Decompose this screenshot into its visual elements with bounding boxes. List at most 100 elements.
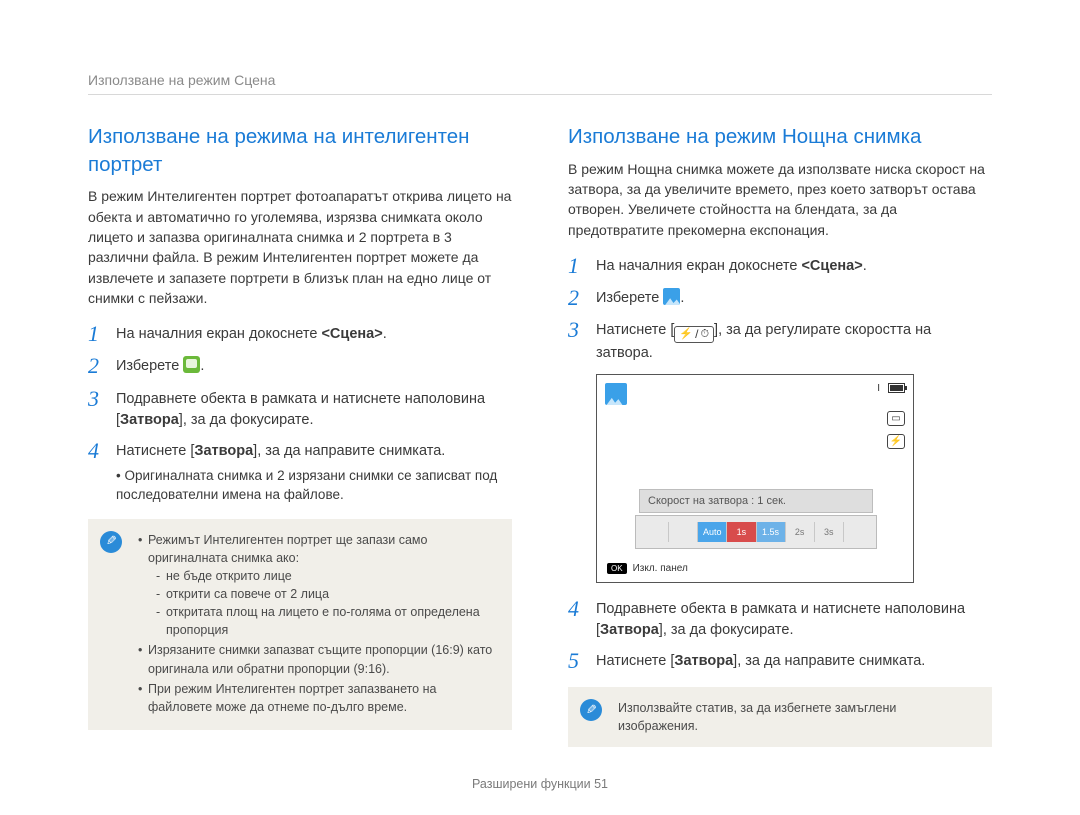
step-text: .: [383, 326, 387, 342]
page-footer: Разширени функции 51: [0, 777, 1080, 791]
step-body: На началния екран докоснете <Сцена>.: [116, 322, 512, 345]
step-item: 5 Натиснете [Затвора], за да направите с…: [568, 649, 992, 673]
shutter-speed-scale: Auto 1s 1.5s 2s 3s: [635, 515, 877, 549]
step-number: 5: [568, 649, 584, 673]
step-text: ], за да фокусирате.: [659, 622, 794, 638]
timer-icon: [700, 325, 709, 343]
ok-badge: OK: [607, 563, 627, 574]
scale-cell-selected: 1s: [726, 522, 755, 542]
step-text: Натиснете [: [596, 322, 674, 338]
lcd-mode-icon: [605, 383, 627, 405]
steps-left: 1 На началния екран докоснете <Сцена>. 2…: [88, 322, 512, 505]
step-item: 4 Натиснете [Затвора], за да направите с…: [88, 439, 512, 505]
lcd-signal-icon: I: [877, 383, 880, 394]
step-item: 1 На началния екран докоснете <Сцена>.: [568, 254, 992, 278]
intro-left: В режим Интелигентен портрет фотоапаратъ…: [88, 186, 512, 308]
flash-icon: [679, 325, 693, 343]
lcd-burst-icon: ▭: [887, 411, 905, 426]
step-number: 2: [568, 286, 584, 310]
step-text: На началния екран докоснете: [116, 326, 321, 342]
steps-right-cont: 4 Подравнете обекта в рамката и натиснет…: [568, 597, 992, 673]
step-number: 2: [88, 354, 104, 378]
lcd-side-icons: ▭ ⚡: [887, 411, 905, 449]
note-icon: [580, 699, 602, 721]
step-body: На началния екран докоснете <Сцена>.: [596, 254, 992, 277]
right-column: Използване на режим Нощна снимка В режим…: [568, 123, 992, 747]
scale-cell: [668, 522, 697, 542]
section-title-left: Използване на режима на интелигентен пор…: [88, 123, 512, 178]
left-column: Използване на режима на интелигентен пор…: [88, 123, 512, 747]
lcd-bottom-label: Изкл. панел: [633, 563, 688, 574]
step-text-strong: Затвора: [674, 653, 733, 669]
scale-cell-auto: Auto: [697, 522, 726, 542]
lcd-status-bar: I: [877, 383, 905, 394]
footer-label: Разширени функции: [472, 777, 594, 791]
step-number: 4: [568, 597, 584, 621]
flash-timer-icon: /: [674, 326, 714, 343]
note-sublist: не бъде открито лице открити са повече о…: [148, 567, 498, 640]
step-body: Натиснете [/], за да регулирате скоростт…: [596, 318, 992, 363]
step-number: 1: [88, 322, 104, 346]
step-text: ], за да направите снимката.: [253, 443, 445, 459]
note-subitem: открити са повече от 2 лица: [156, 585, 498, 603]
step-number: 4: [88, 439, 104, 463]
step-text-strong: Затвора: [120, 412, 179, 428]
note-item: При режим Интелигентен портрет запазване…: [138, 680, 498, 716]
scale-cell: 1.5s: [756, 522, 785, 542]
intro-right: В режим Нощна снимка можете да използват…: [568, 159, 992, 240]
note-list: Режимът Интелигентен портрет ще запази с…: [138, 531, 498, 716]
sub-bullet: Оригиналната снимка и 2 изрязани снимки …: [116, 466, 512, 505]
night-mode-icon: [663, 288, 680, 305]
step-text-strong: <Сцена>: [321, 326, 382, 342]
step-text-strong: Затвора: [600, 622, 659, 638]
step-text: Натиснете [: [596, 653, 674, 669]
step-text: Изберете: [116, 358, 183, 374]
step-text: ], за да фокусирате.: [179, 412, 314, 428]
step-text: ], за да направите снимката.: [733, 653, 925, 669]
camera-lcd-preview: I ▭ ⚡ Скорост на затвора : 1 сек. Auto 1…: [596, 374, 914, 583]
step-text: .: [680, 290, 684, 306]
breadcrumb: Използване на режим Сцена: [88, 72, 992, 95]
lcd-bottom-bar: OK Изкл. панел: [607, 563, 688, 574]
scale-track: Auto 1s 1.5s 2s 3s: [640, 522, 872, 542]
step-body: Натиснете [Затвора], за да направите сни…: [596, 649, 992, 672]
step-body: Подравнете обекта в рамката и натиснете …: [596, 597, 992, 641]
step-item: 3 Натиснете [/], за да регулирате скорос…: [568, 318, 992, 363]
step-body: Изберете .: [596, 286, 992, 309]
note-box: Използвайте статив, за да избегнете замъ…: [568, 687, 992, 747]
step-text-strong: Затвора: [194, 443, 253, 459]
step-body: Изберете .: [116, 354, 512, 377]
scale-cell: [640, 522, 668, 542]
scale-cell: 2s: [785, 522, 814, 542]
note-icon: [100, 531, 122, 553]
step-number: 3: [88, 387, 104, 411]
two-column-layout: Използване на режима на интелигентен пор…: [88, 123, 992, 747]
shutter-speed-label: Скорост на затвора : 1 сек.: [639, 489, 873, 513]
step-item: 2 Изберете .: [88, 354, 512, 378]
lcd-flash-icon: ⚡: [887, 434, 905, 449]
note-item: Изрязаните снимки запазват същите пропор…: [138, 641, 498, 677]
steps-right: 1 На началния екран докоснете <Сцена>. 2…: [568, 254, 992, 364]
note-subitem: не бъде открито лице: [156, 567, 498, 585]
step-text: На началния екран докоснете: [596, 258, 801, 274]
sub-bullet-list: Оригиналната снимка и 2 изрязани снимки …: [116, 466, 512, 505]
note-box: Режимът Интелигентен портрет ще запази с…: [88, 519, 512, 730]
section-title-right: Използване на режим Нощна снимка: [568, 123, 992, 151]
step-number: 1: [568, 254, 584, 278]
step-text: .: [200, 358, 204, 374]
battery-icon: [888, 383, 905, 393]
step-text: Изберете: [596, 290, 663, 306]
step-item: 4 Подравнете обекта в рамката и натиснет…: [568, 597, 992, 641]
step-body: Натиснете [Затвора], за да направите сни…: [116, 439, 512, 505]
step-item: 1 На началния екран докоснете <Сцена>.: [88, 322, 512, 346]
document-page: Използване на режим Сцена Използване на …: [0, 0, 1080, 777]
note-item: Режимът Интелигентен портрет ще запази с…: [138, 531, 498, 640]
step-body: Подравнете обекта в рамката и натиснете …: [116, 387, 512, 431]
step-text: Натиснете [: [116, 443, 194, 459]
step-item: 3 Подравнете обекта в рамката и натиснет…: [88, 387, 512, 431]
scale-cell: 3s: [814, 522, 843, 542]
note-subitem: откритата площ на лицето е по-голяма от …: [156, 603, 498, 639]
scale-cell: [843, 522, 872, 542]
note-text: Използвайте статив, за да избегнете замъ…: [618, 701, 896, 733]
step-item: 2 Изберете .: [568, 286, 992, 310]
